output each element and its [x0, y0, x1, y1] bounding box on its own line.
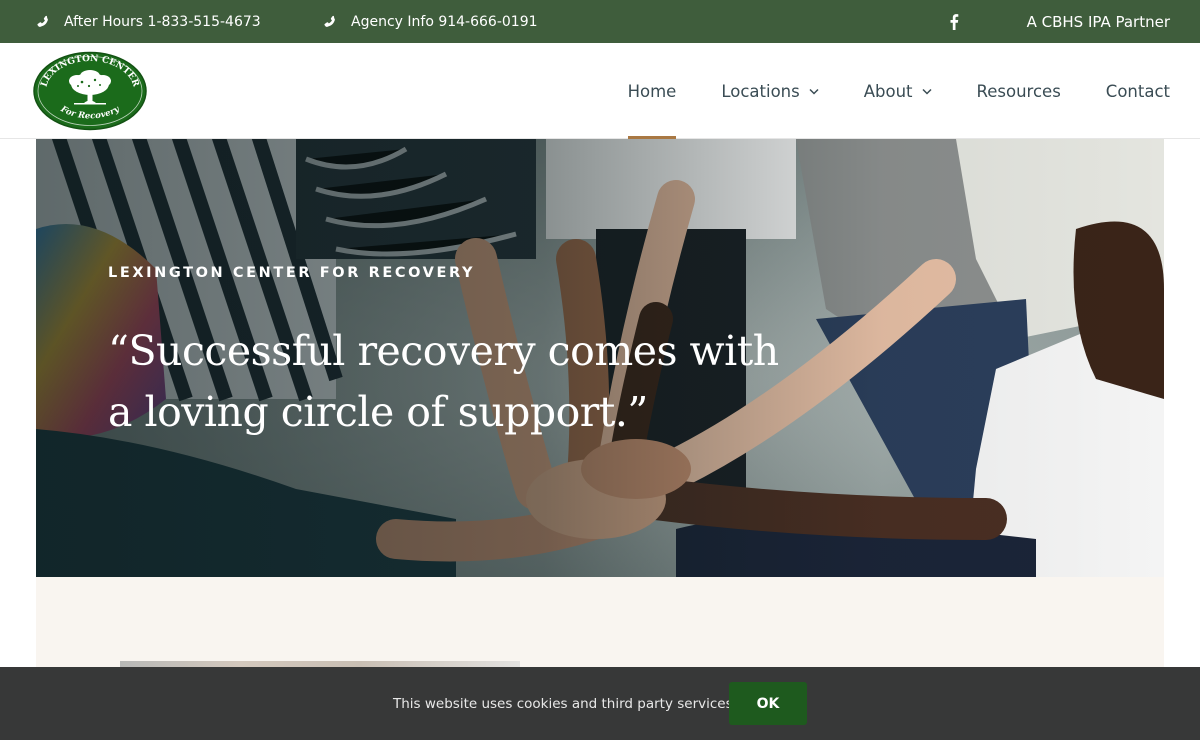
after-hours-text: After Hours 1-833-515-4673 — [64, 13, 261, 30]
site-header: LEXINGTON CENTER For Recovery Home Locat… — [0, 43, 1200, 139]
site-logo[interactable]: LEXINGTON CENTER For Recovery — [32, 51, 148, 131]
phone-icon — [37, 15, 48, 27]
agency-info-text: Agency Info 914-666-0191 — [351, 13, 538, 30]
nav-contact[interactable]: Contact — [1106, 43, 1170, 139]
nav-home[interactable]: Home — [627, 43, 677, 139]
top-bar: After Hours 1-833-515-4673 Agency Info 9… — [0, 0, 1200, 43]
nav-resources[interactable]: Resources — [977, 43, 1061, 139]
after-hours-phone[interactable]: After Hours 1-833-515-4673 — [36, 0, 261, 43]
phone-icon — [324, 15, 335, 27]
hero-banner: LEXINGTON CENTER FOR RECOVERY “Successfu… — [36, 139, 1164, 577]
hero-kicker: LEXINGTON CENTER FOR RECOVERY — [108, 265, 476, 281]
nav-resources-label: Resources — [976, 81, 1061, 101]
cookie-ok-button[interactable]: OK — [729, 682, 807, 725]
hero-quote-line-2: a loving circle of support.” — [108, 388, 648, 436]
hero-quote: “Successful recovery comes with a loving… — [108, 321, 788, 443]
facebook-icon[interactable] — [948, 14, 960, 30]
nav-about-label: About — [863, 81, 913, 101]
main-nav: Home Locations About Resources Contact — [583, 43, 1170, 139]
nav-about[interactable]: About — [864, 43, 932, 139]
partner-text: A CBHS IPA Partner — [1026, 12, 1170, 31]
chevron-down-icon — [922, 88, 932, 95]
cookie-message: This website uses cookies and third part… — [393, 695, 737, 712]
chevron-down-icon — [809, 88, 819, 95]
nav-locations-label: Locations — [721, 81, 800, 101]
nav-home-label: Home — [627, 81, 677, 101]
cookie-banner: This website uses cookies and third part… — [0, 667, 1200, 740]
nav-contact-label: Contact — [1105, 81, 1170, 101]
nav-locations[interactable]: Locations — [721, 43, 819, 139]
hero-quote-line-1: “Successful recovery comes with — [108, 327, 779, 375]
agency-info-phone[interactable]: Agency Info 914-666-0191 — [323, 0, 538, 43]
